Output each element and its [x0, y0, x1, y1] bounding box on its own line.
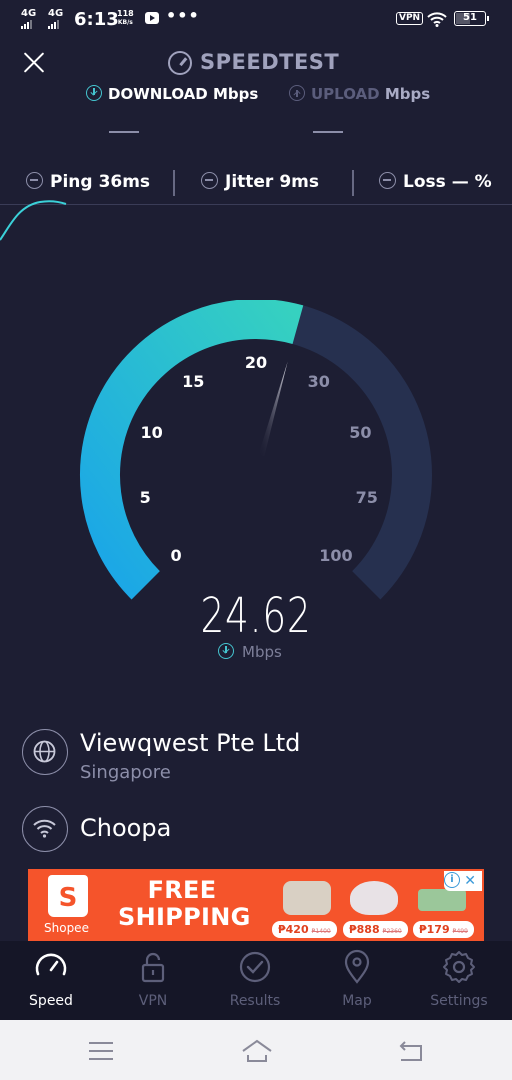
- lock-icon: [141, 952, 165, 983]
- jitter-value: 9ms: [279, 172, 319, 192]
- loss-label: Loss: [403, 172, 446, 192]
- loss-value: — %: [451, 172, 492, 192]
- ad-headline: FREE SHIPPING: [118, 876, 251, 931]
- ad-brand: Shopee: [44, 921, 89, 935]
- jitter-label: Jitter: [225, 172, 274, 192]
- home-icon[interactable]: [240, 1038, 274, 1064]
- upload-result-placeholder: [313, 131, 343, 133]
- nav-map-label: Map: [342, 993, 372, 1009]
- bottom-nav: Speed VPN Results Map Settings: [0, 941, 512, 1020]
- battery-indicator: 51: [454, 11, 489, 26]
- gauge-fill: [79, 300, 304, 600]
- ping-metric: Ping 36ms: [26, 172, 150, 192]
- clock: 6:13: [74, 9, 119, 30]
- jitter-icon: [201, 172, 218, 189]
- download-unit: Mbps: [212, 85, 259, 103]
- wifi-server-icon: [22, 806, 68, 852]
- gauge-needle: [258, 361, 288, 457]
- globe-icon: [22, 729, 68, 775]
- nav-speed[interactable]: Speed: [0, 941, 102, 1020]
- current-speed-unit: Mbps: [218, 643, 282, 661]
- gauge-tick-label: 15: [182, 372, 204, 391]
- vpn-indicator: VPN: [396, 12, 424, 25]
- ad-headline-line-1: FREE: [147, 876, 217, 904]
- current-speed-unit-label: Mbps: [242, 643, 282, 661]
- ping-label: Ping: [50, 172, 93, 192]
- download-tab[interactable]: DOWNLOAD Mbps: [86, 85, 258, 103]
- signal-icon: [21, 20, 32, 29]
- more-notifications-icon: •••: [166, 6, 200, 25]
- gauge-tick-label: 50: [349, 423, 371, 442]
- youtube-notification-icon: [145, 12, 159, 24]
- nav-results[interactable]: Results: [204, 941, 306, 1020]
- network-speed-value: 118: [117, 9, 134, 18]
- loss-icon: [379, 172, 396, 189]
- network-type-1: 4G: [21, 8, 37, 19]
- ping-icon: [26, 172, 43, 189]
- checkmark-circle-icon: [239, 951, 271, 983]
- gauge-tick-label: 20: [245, 353, 267, 372]
- current-speed-value: 24.62: [200, 588, 312, 644]
- download-result-placeholder: [109, 131, 139, 133]
- network-speed: 118 KB/s: [117, 9, 134, 27]
- menu-icon[interactable]: [86, 1038, 116, 1064]
- loss-metric: Loss — %: [379, 172, 492, 192]
- provider-row[interactable]: Viewqwest Pte Ltd Singapore: [22, 729, 492, 783]
- close-icon[interactable]: [20, 48, 48, 76]
- upload-label: UPLOAD: [311, 85, 380, 103]
- wifi-icon: [427, 12, 447, 27]
- gauge-tick-label: 100: [319, 546, 352, 565]
- provider-name: Viewqwest Pte Ltd: [80, 729, 301, 757]
- gear-icon: [443, 951, 475, 983]
- nav-vpn-label: VPN: [138, 993, 168, 1009]
- download-arrow-icon: [218, 643, 234, 659]
- signal-icon: [48, 20, 59, 29]
- speedometer-icon: [168, 51, 192, 75]
- nav-vpn[interactable]: VPN: [102, 941, 204, 1020]
- gauge-tick-label: 30: [308, 372, 330, 391]
- server-row[interactable]: Choopa: [22, 806, 492, 854]
- network-type-2: 4G: [48, 8, 64, 19]
- gauge-tick-label: 5: [140, 488, 151, 507]
- back-icon[interactable]: [396, 1038, 426, 1064]
- upload-tab[interactable]: UPLOAD Mbps: [289, 85, 430, 103]
- battery-level: 51: [463, 12, 477, 23]
- system-nav-bar: [0, 1020, 512, 1080]
- upload-unit: Mbps: [384, 85, 431, 103]
- product-helmet-image: [350, 881, 398, 915]
- provider-location: Singapore: [80, 762, 171, 783]
- ad-price-2: ₱888 ₱2360: [343, 921, 408, 938]
- server-host-name: Choopa: [80, 814, 172, 842]
- nav-map[interactable]: Map: [306, 941, 408, 1020]
- speed-graph-line: [0, 200, 67, 241]
- ad-price-1: ₱420 ₱1400: [272, 921, 337, 938]
- jitter-metric: Jitter 9ms: [201, 172, 319, 192]
- network-speed-unit: KB/s: [117, 19, 133, 26]
- gauge-tick-label: 0: [171, 546, 182, 565]
- app-title: SPEEDTEST: [200, 50, 340, 74]
- shopee-logo: S: [48, 875, 88, 917]
- status-bar: 4G 4G 6:13 118 KB/s ••• VPN 51: [0, 0, 512, 40]
- ad-banner[interactable]: S Shopee FREE SHIPPING ₱420 ₱1400 ₱888 ₱23…: [28, 869, 484, 941]
- ad-info-icon[interactable]: i: [444, 872, 460, 888]
- nav-results-label: Results: [229, 993, 281, 1009]
- ad-headline-line-2: SHIPPING: [118, 903, 251, 931]
- upload-arrow-icon: [289, 85, 305, 101]
- gauge-tick-label: 75: [356, 488, 378, 507]
- nav-settings-label: Settings: [430, 993, 488, 1009]
- nav-speed-label: Speed: [29, 993, 73, 1009]
- speedometer-icon: [35, 953, 67, 976]
- product-table-image: [418, 889, 466, 911]
- ping-value: 36ms: [98, 172, 151, 192]
- download-label: DOWNLOAD: [108, 85, 208, 103]
- nav-settings[interactable]: Settings: [408, 941, 510, 1020]
- ad-price-3: ₱179 ₱499: [413, 921, 474, 938]
- gauge-tick-label: 10: [140, 423, 162, 442]
- product-mixer-image: [283, 881, 331, 915]
- download-arrow-icon: [86, 85, 102, 101]
- map-pin-icon: [344, 949, 370, 984]
